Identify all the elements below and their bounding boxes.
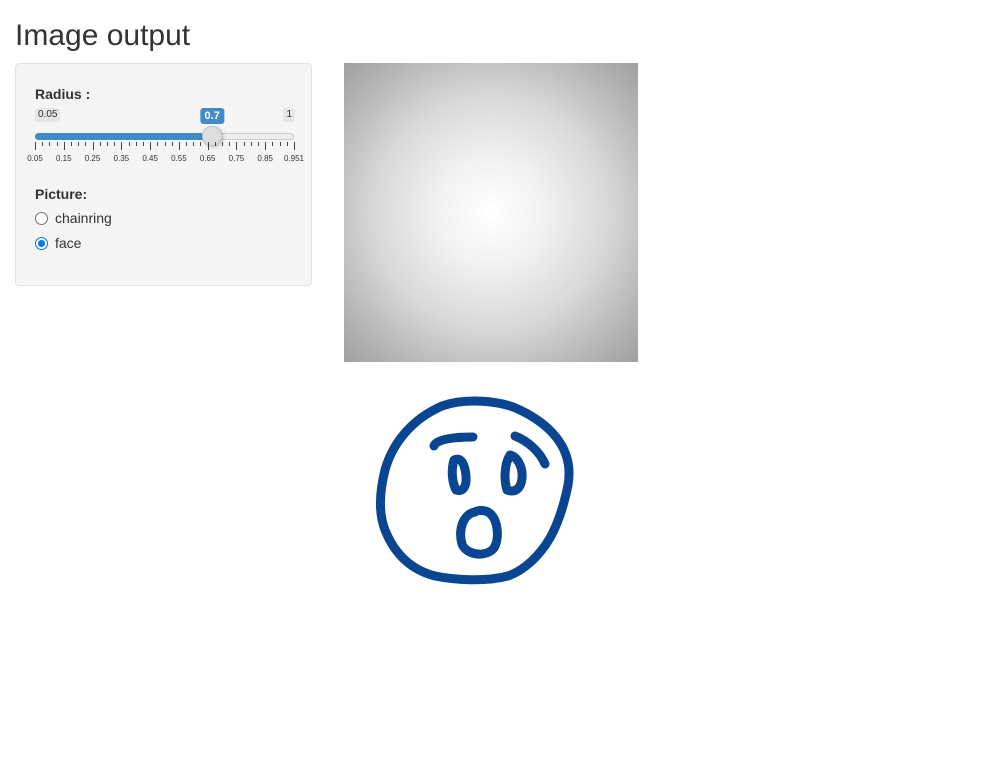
slider-tick-label: 0.65: [199, 154, 216, 163]
slider-minor-tick: [135, 142, 137, 146]
slider-major-tick: [207, 142, 209, 150]
slider-ticks: 0.05 0.15 0.25 0.35 0.45 0.55 0.65 0.75 0.85 0.95…: [27, 142, 304, 172]
face-drawing-image: [376, 396, 574, 585]
slider-minor-tick: [106, 142, 108, 146]
slider-minor-tick: [49, 142, 51, 146]
slider-minor-tick: [250, 142, 252, 146]
radius-label: Radius :: [35, 86, 91, 102]
slider-minor-tick: [164, 142, 166, 146]
slider-major-tick: [294, 142, 295, 150]
slider-major-tick: [178, 142, 180, 150]
slider-tick-label: 0.35: [113, 154, 130, 163]
right-eye: [500, 450, 527, 496]
radio-option-face[interactable]: face: [35, 235, 81, 251]
slider-minor-tick: [214, 142, 216, 146]
slider-tick-label: 0.15: [55, 154, 72, 163]
slider-minor-tick: [186, 142, 188, 146]
slider-value-label: 0.7: [200, 108, 224, 124]
slider-major-tick: [150, 142, 152, 150]
mouth: [456, 506, 502, 559]
sidebar-panel: Radius : 0.05 1 0.7 0.05 0.15 0.25 0.35 0.45…: [15, 63, 312, 286]
radio-option-chainring[interactable]: chainring: [35, 210, 112, 226]
slider-minor-tick: [114, 142, 116, 146]
slider-tick-label: 0.05: [27, 154, 43, 163]
slider-minor-tick: [70, 142, 72, 146]
slider-tick-label: 0.85: [257, 154, 274, 163]
slider-minor-tick: [272, 142, 274, 146]
slider-major-tick: [63, 142, 65, 150]
radius-slider[interactable]: 0.05 1 0.7 0.05 0.15 0.25 0.35 0.45 0.55 0.65 0…: [27, 108, 304, 172]
picture-label: Picture:: [35, 186, 88, 202]
radio-button-chainring[interactable]: [35, 211, 48, 225]
slider-minor-tick: [99, 142, 101, 146]
slider-max-label: 1: [283, 108, 295, 122]
slider-major-tick: [92, 142, 94, 150]
slider-minor-tick: [258, 142, 260, 146]
slider-major-tick: [35, 142, 36, 150]
left-eye: [447, 454, 471, 495]
radio-label-chainring: chainring: [55, 210, 112, 226]
slider-tick-label: 0.55: [171, 154, 187, 163]
slider-tick-label: 0.951: [283, 154, 305, 163]
slider-tick-label: 0.25: [84, 154, 101, 163]
slider-minor-tick: [200, 142, 202, 146]
slider-tick-label: 0.45: [142, 154, 158, 163]
slider-minor-tick: [142, 142, 144, 146]
slider-minor-tick: [171, 142, 173, 146]
slider-minor-tick: [42, 142, 44, 146]
slider-minor-tick: [128, 142, 130, 146]
slider-minor-tick: [193, 142, 195, 146]
slider-major-tick: [265, 142, 267, 150]
radial-gradient-image: [344, 63, 638, 362]
slider-tick-label: 0.75: [228, 154, 245, 163]
radio-label-face: face: [55, 235, 82, 251]
slider-min-label: 0.05: [35, 108, 61, 122]
radio-button-face[interactable]: [35, 236, 48, 250]
slider-minor-tick: [78, 142, 80, 146]
slider-minor-tick: [229, 142, 231, 146]
slider-minor-tick: [85, 142, 87, 146]
slider-major-tick: [121, 142, 123, 150]
left-eyebrow: [429, 432, 478, 451]
slider-minor-tick: [243, 142, 245, 146]
slider-fill: [35, 133, 213, 140]
slider-minor-tick: [56, 142, 58, 146]
page-title: Image output: [15, 19, 191, 52]
slider-major-tick: [236, 142, 238, 150]
slider-minor-tick: [279, 142, 281, 146]
slider-minor-tick: [286, 142, 288, 146]
slider-minor-tick: [222, 142, 224, 146]
slider-minor-tick: [157, 142, 159, 146]
